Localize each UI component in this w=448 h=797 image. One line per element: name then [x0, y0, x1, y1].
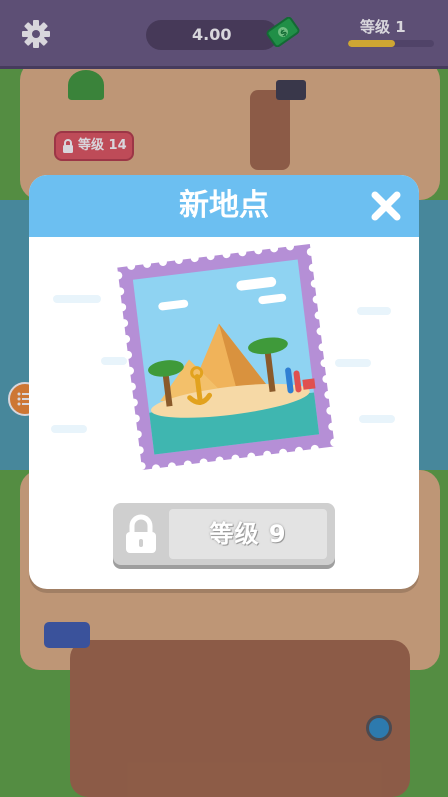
new-location-dialog: 新地点 等级 9 [29, 175, 419, 589]
cloud-decor [357, 307, 391, 315]
unlock-level-requirement: 等级 9 [209, 520, 287, 548]
close-icon[interactable] [369, 189, 403, 223]
unlock-location-button[interactable]: 等级 9 [113, 503, 335, 565]
dialog-title: 新地点 [179, 188, 269, 223]
cloud-decor [335, 359, 371, 367]
location-stamp-image [115, 243, 337, 471]
cloud-decor [359, 415, 395, 423]
cloud-decor [51, 425, 87, 433]
cloud-decor [53, 295, 101, 303]
lock-icon [126, 514, 156, 553]
